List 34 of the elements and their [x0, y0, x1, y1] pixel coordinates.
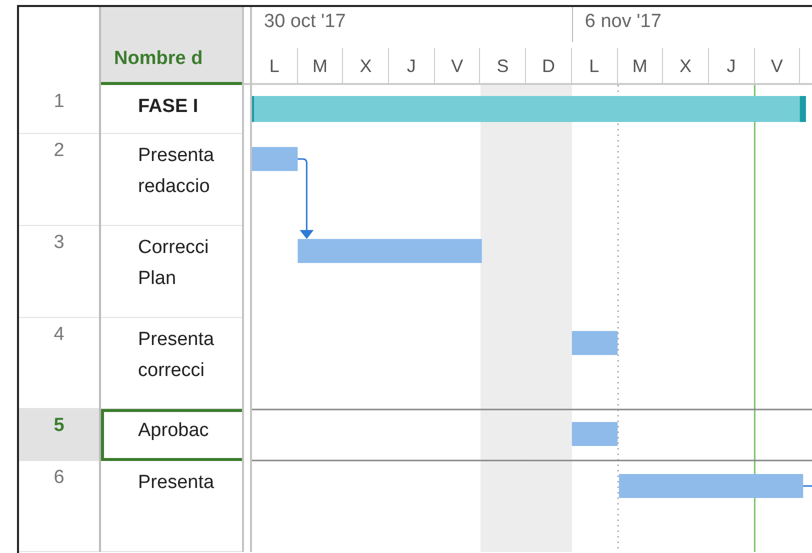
week-label: 6 nov '17 — [572, 7, 812, 42]
task-name: FASE I — [138, 95, 198, 119]
task-bar[interactable] — [572, 422, 618, 446]
day-label: S — [480, 48, 526, 83]
row-number[interactable]: 1 — [19, 85, 99, 134]
task-name: Presenta correcci — [138, 328, 214, 383]
day-label: M — [298, 48, 344, 83]
day-label: J — [708, 48, 755, 83]
week-label: 30 oct '17 — [263, 10, 347, 34]
day-label: X — [663, 48, 709, 83]
task-bar[interactable] — [298, 239, 482, 263]
day-label: M — [618, 48, 664, 83]
splitter-bar[interactable] — [242, 7, 252, 85]
row-number[interactable]: 5 — [19, 409, 99, 461]
task-name: Aprobac — [138, 419, 209, 443]
day-label: D — [526, 48, 572, 83]
task-name: Presenta — [138, 471, 214, 495]
task-bar[interactable] — [252, 147, 298, 171]
summary-bar[interactable] — [252, 96, 806, 122]
row-number[interactable]: 6 — [19, 461, 99, 552]
task-name: Presenta redaccio — [138, 144, 214, 199]
row-number[interactable]: 2 — [19, 134, 99, 226]
day-label: X — [343, 48, 390, 83]
day-label: V — [754, 48, 800, 83]
day-label: L — [572, 48, 618, 83]
task-bar[interactable] — [618, 474, 804, 498]
task-bar[interactable] — [572, 331, 618, 355]
task-name: Correcci Plan — [138, 236, 209, 291]
day-label: L — [252, 48, 298, 83]
column-header[interactable]: Nombre d — [101, 7, 242, 85]
row-number[interactable]: 3 — [19, 226, 99, 318]
day-label: J — [389, 48, 435, 83]
day-label: V — [434, 48, 480, 83]
splitter-bar[interactable] — [242, 85, 252, 552]
